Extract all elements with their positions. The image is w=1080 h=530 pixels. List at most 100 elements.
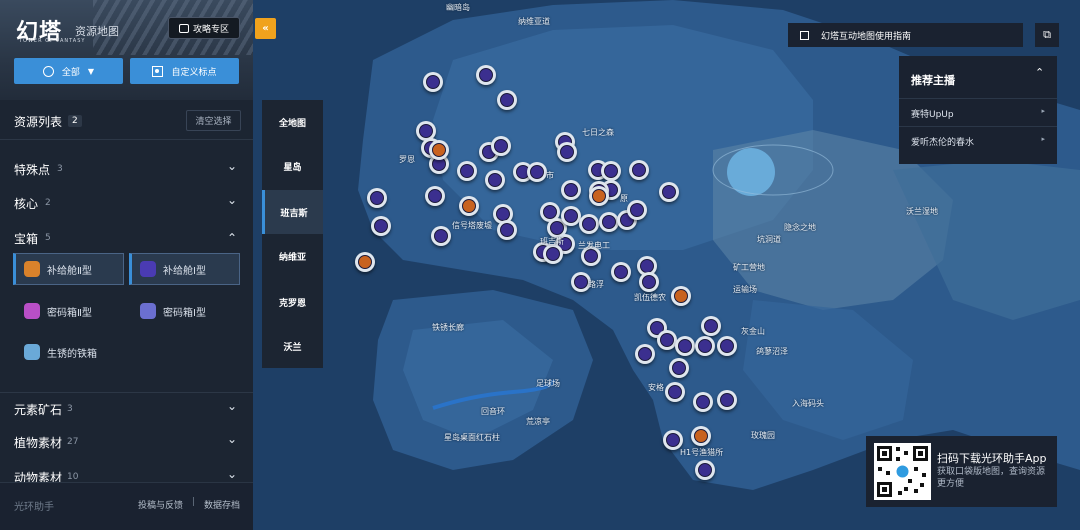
place-label: 幽暗岛 [446, 3, 470, 12]
resource-list-title: 资源列表 [14, 115, 63, 129]
resource-marker[interactable] [669, 358, 689, 378]
app-download-title: 扫码下载光环助手App [937, 452, 1047, 465]
resource-marker[interactable] [589, 186, 609, 206]
data-archive-link[interactable]: 数据存档 [204, 498, 240, 511]
chevron-up-icon[interactable]: ⌃ [1035, 66, 1044, 79]
resource-marker[interactable] [425, 186, 445, 206]
feedback-link[interactable]: 投稿与反馈 [138, 498, 183, 511]
marker-core [432, 143, 446, 157]
filter-icon [42, 65, 54, 77]
resource-list-count: 2 [68, 115, 82, 127]
resource-marker[interactable] [579, 214, 599, 234]
marker-core [488, 173, 502, 187]
chest-item-supply-pod-1[interactable]: 补给舱Ⅰ型 [129, 253, 240, 285]
chest-item-supply-pod-2[interactable]: 补给舱Ⅱ型 [13, 253, 124, 285]
streamer-item[interactable]: 赛特UpUp ▸ [899, 98, 1057, 126]
region-tab-crown[interactable]: 克罗恩 [262, 280, 323, 324]
place-label: 荒凉亭 [526, 417, 550, 426]
streamer-item[interactable]: 爱听杰伦的春水 ▸ [899, 126, 1057, 154]
recommended-streamers-panel: 推荐主播 ⌃ 赛特UpUp ▸ 爱听杰伦的春水 ▸ [899, 56, 1057, 164]
resource-marker[interactable] [459, 196, 479, 216]
resource-marker[interactable] [561, 206, 581, 226]
category-core[interactable]: 核心 2 ⌄ [0, 187, 253, 217]
resource-marker[interactable] [639, 272, 659, 292]
resource-marker[interactable] [675, 336, 695, 356]
map-guide-link[interactable]: 幻塔互动地图使用指南 [788, 23, 1023, 47]
place-label: 原 [620, 194, 628, 203]
resource-marker[interactable] [423, 72, 443, 92]
custom-marker-button[interactable]: 自定义标点 [130, 58, 239, 84]
place-label: 兰发电工 [578, 241, 610, 250]
resource-marker[interactable] [717, 390, 737, 410]
resource-marker[interactable] [355, 252, 375, 272]
guide-zone-label: 攻略专区 [192, 24, 229, 35]
filter-all-label: 全部 [61, 67, 80, 78]
category-count: 3 [57, 164, 63, 174]
marker-core [479, 68, 493, 82]
resource-marker[interactable] [557, 142, 577, 162]
resource-marker[interactable] [629, 160, 649, 180]
resource-marker[interactable] [665, 382, 685, 402]
guide-zone-button[interactable]: 攻略专区 [168, 17, 240, 39]
resource-marker[interactable] [693, 392, 713, 412]
category-special-points[interactable]: 特殊点 3 ⌄ [0, 153, 253, 183]
chest-item-code-box-1[interactable]: 密码箱Ⅰ型 [132, 295, 240, 327]
resource-marker[interactable] [671, 286, 691, 306]
resource-marker[interactable] [497, 220, 517, 240]
footer-brand: 光环助手 [14, 502, 54, 513]
resource-marker[interactable] [491, 136, 511, 156]
resource-marker[interactable] [497, 90, 517, 110]
chest-item-label: 补给舱Ⅰ型 [163, 265, 206, 277]
marker-core [546, 247, 560, 261]
chest-item-label: 密码箱Ⅰ型 [163, 307, 206, 319]
resource-marker[interactable] [457, 161, 477, 181]
resource-marker[interactable] [431, 226, 451, 246]
resource-marker[interactable] [717, 336, 737, 356]
region-tab-all[interactable]: 全地图 [262, 100, 323, 144]
marker-core [696, 395, 710, 409]
place-label: 隐念之地 [784, 223, 816, 232]
resource-marker[interactable] [485, 170, 505, 190]
region-tab-navia[interactable]: 纳维亚 [262, 234, 323, 278]
resource-marker[interactable] [635, 344, 655, 364]
resource-marker[interactable] [367, 188, 387, 208]
category-plant-material[interactable]: 植物素材 27 ⌄ [0, 426, 253, 456]
marker-icon [152, 65, 164, 77]
resource-marker[interactable] [601, 161, 621, 181]
resource-marker[interactable] [659, 182, 679, 202]
external-link-button[interactable]: ⧉ [1035, 23, 1059, 47]
chest-item-code-box-2[interactable]: 密码箱Ⅱ型 [16, 295, 124, 327]
code-box-icon [140, 303, 156, 319]
resource-marker[interactable] [611, 262, 631, 282]
code-box-icon [24, 303, 40, 319]
supply-pod-icon [140, 261, 156, 277]
resource-marker[interactable] [476, 65, 496, 85]
category-element-ore[interactable]: 元素矿石 3 ⌄ [0, 392, 253, 422]
region-tab-banges[interactable]: 班吉斯 [262, 190, 323, 234]
resource-marker[interactable] [561, 180, 581, 200]
resource-marker[interactable] [527, 162, 547, 182]
chest-item-rusty-box[interactable]: 生锈的铁箱 [16, 336, 136, 368]
resource-marker[interactable] [695, 460, 715, 480]
category-count: 5 [45, 233, 51, 243]
resource-marker[interactable] [657, 330, 677, 350]
resource-marker[interactable] [371, 216, 391, 236]
resource-marker[interactable] [599, 212, 619, 232]
region-tab-star-island[interactable]: 星岛 [262, 144, 323, 188]
marker-core [370, 191, 384, 205]
clear-selection-button[interactable]: 清空选择 [186, 110, 241, 131]
marker-core [704, 319, 718, 333]
region-tab-warren[interactable]: 沃兰 [262, 324, 323, 368]
qr-code[interactable] [874, 443, 931, 500]
sidebar-header: 幻塔 TOWER OF FANTASY 资源地图 攻略专区 全部 ▼ 自定义标点 [0, 0, 253, 100]
resource-marker[interactable] [701, 316, 721, 336]
resource-marker[interactable] [691, 426, 711, 446]
category-count: 3 [67, 404, 73, 414]
resource-marker[interactable] [627, 200, 647, 220]
resource-marker[interactable] [429, 140, 449, 160]
collapse-sidebar-button[interactable]: « [255, 18, 276, 39]
resource-marker[interactable] [695, 336, 715, 356]
resource-marker[interactable] [543, 244, 563, 264]
filter-all-dropdown[interactable]: 全部 ▼ [14, 58, 123, 84]
category-chest[interactable]: 宝箱 5 ⌃ [0, 222, 253, 252]
